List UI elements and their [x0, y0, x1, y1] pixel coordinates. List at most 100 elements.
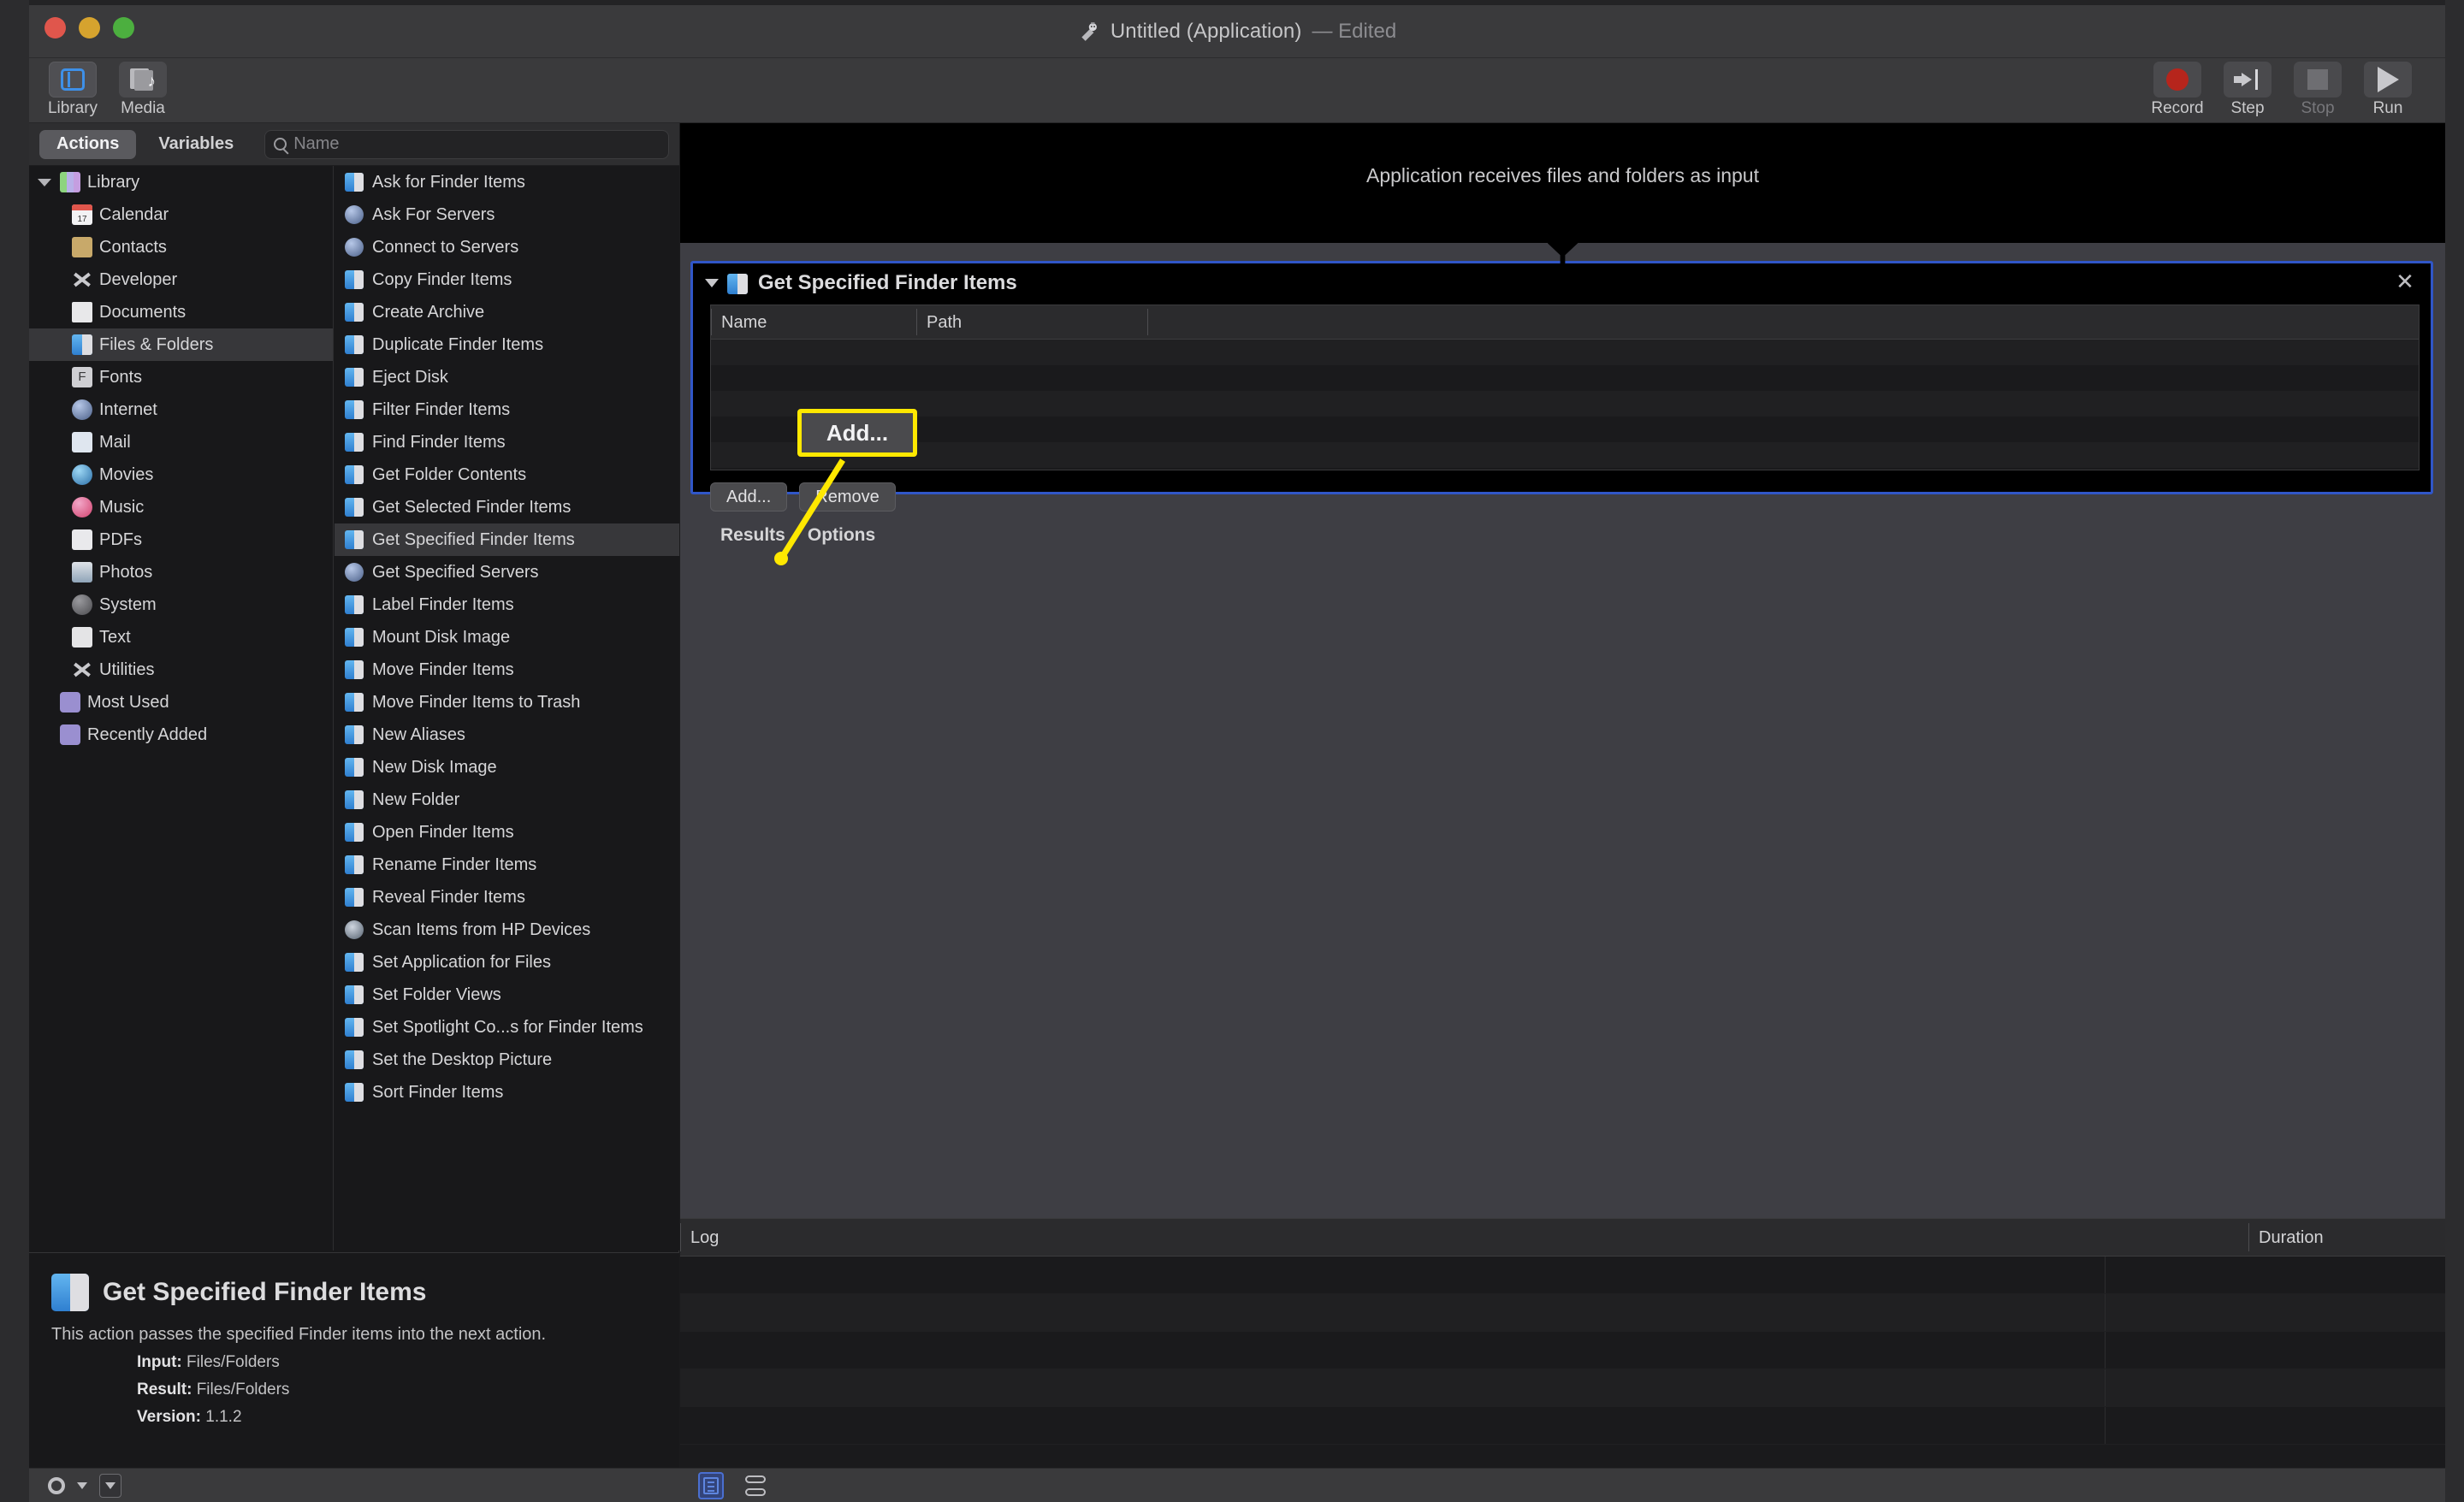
toolbar-media-button[interactable]: ♪ Media: [108, 62, 178, 118]
action-list-item-label: Set Spotlight Co...s for Finder Items: [372, 1017, 643, 1037]
log-row: [680, 1294, 2445, 1332]
chevron-down-icon[interactable]: [77, 1481, 87, 1489]
toolbar-stop-button[interactable]: Stop: [2283, 62, 2353, 118]
action-card-get-specified-finder-items[interactable]: Get Specified Finder Items ✕ Name Path A…: [690, 261, 2433, 545]
finder-icon: [345, 1050, 364, 1069]
tab-variables[interactable]: Variables: [141, 130, 251, 159]
action-list-item[interactable]: Move Finder Items: [335, 653, 679, 686]
column-header-path[interactable]: Path: [916, 305, 1147, 339]
action-list-item[interactable]: Copy Finder Items: [335, 263, 679, 296]
tree-item-movies[interactable]: Movies: [29, 458, 333, 491]
action-list-item[interactable]: Get Specified Finder Items: [335, 523, 679, 556]
action-list-item[interactable]: Mount Disk Image: [335, 621, 679, 653]
triangle-down-icon[interactable]: [38, 178, 51, 186]
action-list-item[interactable]: Eject Disk: [335, 361, 679, 393]
action-list-item-label: New Disk Image: [372, 757, 497, 777]
tree-item-library[interactable]: Library: [29, 166, 333, 198]
action-list-item[interactable]: New Disk Image: [335, 751, 679, 784]
tree-item-text[interactable]: Text: [29, 621, 333, 653]
tree-item-label: Recently Added: [87, 724, 208, 744]
action-list-item[interactable]: Reveal Finder Items: [335, 881, 679, 914]
action-list-item[interactable]: Set the Desktop Picture: [335, 1044, 679, 1076]
actions-list[interactable]: Ask for Finder Items Ask For Servers Conne…: [335, 166, 679, 1251]
table-row[interactable]: [711, 442, 2419, 468]
tree-item-most-used[interactable]: Most Used: [29, 686, 333, 718]
action-list-item[interactable]: Duplicate Finder Items: [335, 328, 679, 361]
log-row: [680, 1369, 2445, 1407]
column-header-extra: [1147, 305, 2419, 339]
tree-item-mail[interactable]: Mail: [29, 426, 333, 458]
column-header-name[interactable]: Name: [711, 305, 916, 339]
finder-items-table[interactable]: Name Path: [710, 305, 2420, 470]
action-info-description: This action passes the specified Finder …: [51, 1325, 547, 1344]
tree-item-calendar[interactable]: Calendar: [29, 198, 333, 231]
tree-item-recently-added[interactable]: Recently Added: [29, 718, 333, 751]
action-list-item[interactable]: Set Spotlight Co...s for Finder Items: [335, 1011, 679, 1044]
title-bar: Untitled (Application) — Edited: [29, 5, 2445, 58]
workflow-canvas[interactable]: Get Specified Finder Items ✕ Name Path A…: [680, 243, 2445, 1341]
action-list-item[interactable]: Open Finder Items: [335, 816, 679, 849]
gear-icon[interactable]: [48, 1476, 65, 1494]
tree-item-documents[interactable]: Documents: [29, 296, 333, 328]
duration-column-header[interactable]: Duration: [2248, 1219, 2445, 1256]
toolbar-right-group: Record Step Stop Run: [2142, 62, 2423, 118]
smart-folder-icon: [60, 724, 80, 745]
tree-item-utilities[interactable]: Utilities: [29, 653, 333, 686]
tab-actions[interactable]: Actions: [39, 129, 137, 159]
finder-icon: [345, 173, 364, 192]
tree-item-pdfs[interactable]: PDFs: [29, 523, 333, 556]
table-row[interactable]: [711, 391, 2419, 417]
add-button[interactable]: Add...: [710, 482, 788, 512]
action-list-item[interactable]: Ask for Finder Items: [335, 166, 679, 198]
action-list-item[interactable]: Filter Finder Items: [335, 393, 679, 426]
toolbar-library-button[interactable]: Library: [38, 62, 108, 118]
action-list-item[interactable]: Create Archive: [335, 296, 679, 328]
table-row[interactable]: [711, 340, 2419, 365]
action-list-item[interactable]: New Folder: [335, 784, 679, 816]
close-icon[interactable]: ✕: [2393, 270, 2417, 294]
tree-item-label: Documents: [99, 302, 187, 322]
action-list-item[interactable]: Get Selected Finder Items: [335, 491, 679, 523]
action-list-item[interactable]: New Aliases: [335, 718, 679, 751]
action-list-item[interactable]: Connect to Servers: [335, 231, 679, 263]
checkbox-icon[interactable]: [99, 1473, 121, 1498]
remove-button[interactable]: Remove: [799, 482, 896, 512]
tree-item-photos[interactable]: Photos: [29, 556, 333, 588]
tree-item-files-folders[interactable]: Files & Folders: [29, 328, 333, 361]
tree-item-fonts[interactable]: Fonts: [29, 361, 333, 393]
list-view-icon[interactable]: [698, 1471, 724, 1499]
tree-item-label: Library: [87, 172, 140, 192]
table-row[interactable]: [711, 365, 2419, 391]
action-list-item[interactable]: Rename Finder Items: [335, 849, 679, 881]
tree-item-internet[interactable]: Internet: [29, 393, 333, 426]
action-list-item[interactable]: Ask For Servers: [335, 198, 679, 231]
search-field[interactable]: [264, 129, 669, 159]
status-bar-left: [29, 1473, 679, 1498]
library-category-tree[interactable]: Library Calendar Contacts Developer Document…: [29, 166, 334, 1251]
tab-results[interactable]: Results: [720, 525, 785, 546]
log-column-header[interactable]: Log: [680, 1219, 2248, 1256]
action-list-item[interactable]: Scan Items from HP Devices: [335, 914, 679, 946]
action-list-item[interactable]: Label Finder Items: [335, 588, 679, 621]
toolbar-record-button[interactable]: Record: [2142, 62, 2212, 118]
tree-item-developer[interactable]: Developer: [29, 263, 333, 296]
tree-item-label: Files & Folders: [99, 334, 214, 354]
search-input[interactable]: [293, 134, 660, 154]
toolbar-step-button[interactable]: Step: [2212, 62, 2283, 118]
action-list-item[interactable]: Get Folder Contents: [335, 458, 679, 491]
toolbar-run-button[interactable]: Run: [2353, 62, 2423, 118]
action-list-item-label: Set Application for Files: [372, 952, 551, 972]
action-list-item[interactable]: Get Specified Servers: [335, 556, 679, 588]
table-row[interactable]: [711, 417, 2419, 442]
action-list-item[interactable]: Sort Finder Items: [335, 1076, 679, 1109]
tree-item-system[interactable]: System: [29, 588, 333, 621]
action-list-item[interactable]: Move Finder Items to Trash: [335, 686, 679, 718]
tree-item-contacts[interactable]: Contacts: [29, 231, 333, 263]
tree-item-music[interactable]: Music: [29, 491, 333, 523]
stack-view-icon[interactable]: [743, 1472, 768, 1499]
tab-options[interactable]: Options: [808, 525, 875, 546]
action-list-item[interactable]: Set Application for Files: [335, 946, 679, 979]
action-list-item[interactable]: Set Folder Views: [335, 979, 679, 1011]
triangle-down-icon[interactable]: [705, 279, 719, 287]
action-list-item[interactable]: Find Finder Items: [335, 426, 679, 458]
